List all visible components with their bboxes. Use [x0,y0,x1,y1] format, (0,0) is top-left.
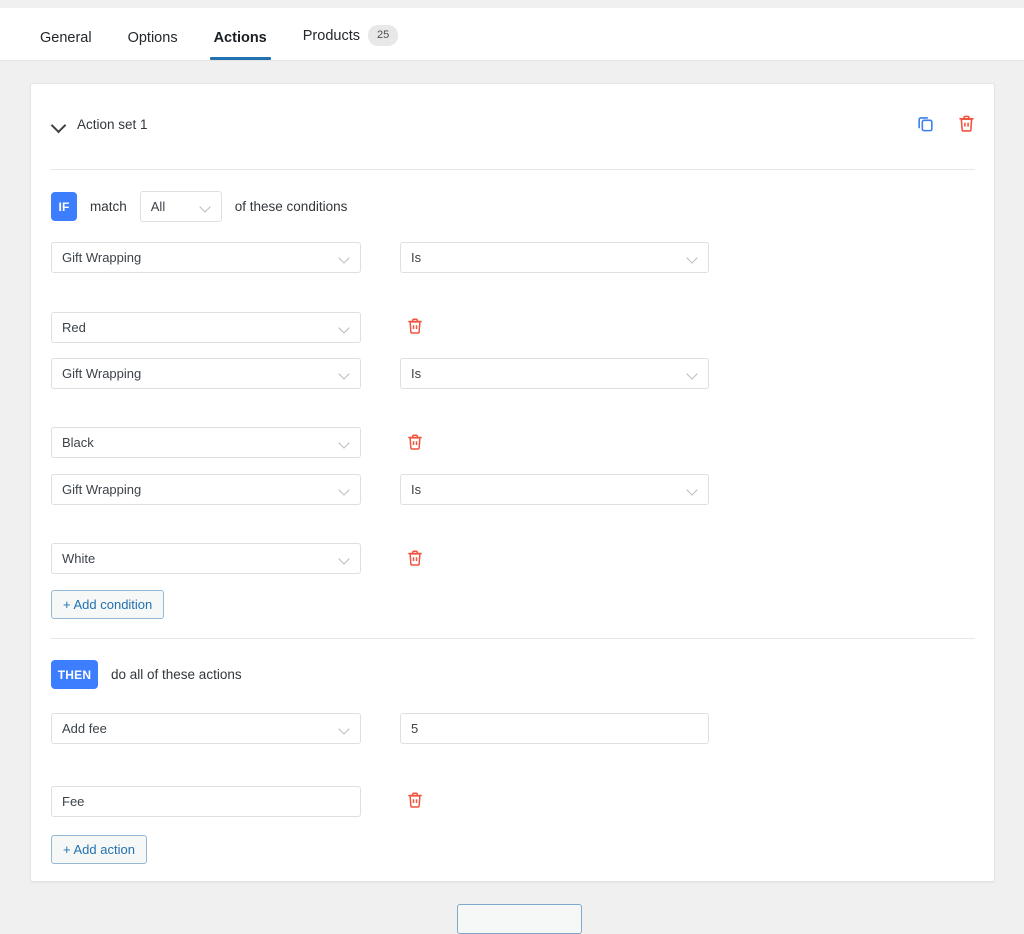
tab-products-label: Products [303,28,360,44]
chevron-down-icon [340,370,349,379]
delete-condition-button-3[interactable] [401,542,429,573]
action-type-select-1[interactable]: Add fee [51,713,361,744]
match-label: match [90,199,127,214]
if-badge: IF [51,192,77,221]
chevron-down-icon [340,555,349,564]
chevron-down-icon [340,324,349,333]
delete-action-button-1[interactable] [401,784,429,815]
tab-general-label: General [40,30,92,46]
condition-field-value-3: Gift Wrapping [62,482,141,497]
action-set-card: Action set 1 IF match [30,83,995,882]
chevron-down-icon [340,486,349,495]
tab-options[interactable]: Options [110,30,196,60]
if-match-row: IF match All of these conditions [51,191,347,222]
trash-icon[interactable] [957,114,976,133]
condition-operator-value-2: Is [411,366,421,381]
chevron-down-icon [340,725,349,734]
tab-bar: General Options Actions Products 25 [0,8,1024,61]
action-name-value-1: Fee [62,794,84,809]
condition-field-value-2: Gift Wrapping [62,366,141,381]
condition-value-3: White [62,551,95,566]
condition-operator-select-3[interactable]: Is [400,474,709,505]
copy-icon[interactable] [916,114,935,133]
action-set-header-icons [916,114,976,133]
then-label: do all of these actions [111,667,242,682]
condition-value-select-1[interactable]: Red [51,312,361,343]
tab-products[interactable]: Products 25 [285,25,416,60]
condition-field-select-2[interactable]: Gift Wrapping [51,358,361,389]
action-type-value-1: Add fee [62,721,107,736]
conditions-suffix-label: of these conditions [235,199,348,214]
condition-value-2: Black [62,435,94,450]
delete-condition-button-2[interactable] [401,426,429,457]
tab-actions[interactable]: Actions [196,30,285,60]
condition-field-select-1[interactable]: Gift Wrapping [51,242,361,273]
chevron-down-icon [201,203,210,212]
condition-operator-select-2[interactable]: Is [400,358,709,389]
action-set-title: Action set 1 [77,117,148,132]
match-type-value: All [151,199,165,214]
action-amount-value-1: 5 [411,721,418,736]
then-divider [50,638,975,639]
then-badge: THEN [51,660,98,689]
action-amount-input-1[interactable]: 5 [400,713,709,744]
condition-operator-value-1: Is [411,250,421,265]
add-condition-button[interactable]: + Add condition [51,590,164,619]
action-name-input-1[interactable]: Fee [51,786,361,817]
tab-options-label: Options [128,30,178,46]
condition-operator-select-1[interactable]: Is [400,242,709,273]
condition-value-select-2[interactable]: Black [51,427,361,458]
tab-actions-label: Actions [214,30,267,46]
add-action-button[interactable]: + Add action [51,835,147,864]
condition-operator-value-3: Is [411,482,421,497]
chevron-down-icon [688,486,697,495]
chevron-down-icon [688,370,697,379]
condition-value-select-3[interactable]: White [51,543,361,574]
tab-products-count-badge: 25 [368,25,398,46]
then-row: THEN do all of these actions [51,660,242,689]
delete-condition-button-1[interactable] [401,310,429,341]
condition-value-1: Red [62,320,86,335]
match-type-select[interactable]: All [140,191,222,222]
tab-general[interactable]: General [22,30,110,60]
condition-field-value-1: Gift Wrapping [62,250,141,265]
action-set-title-row[interactable]: Action set 1 [52,117,148,132]
chevron-down-icon[interactable] [52,118,66,132]
chevron-down-icon [688,254,697,263]
chevron-down-icon [340,439,349,448]
condition-field-select-3[interactable]: Gift Wrapping [51,474,361,505]
action-set-header: Action set 1 [31,84,994,169]
bottom-partial-button[interactable] [457,904,582,934]
chevron-down-icon [340,254,349,263]
header-divider [50,169,975,170]
